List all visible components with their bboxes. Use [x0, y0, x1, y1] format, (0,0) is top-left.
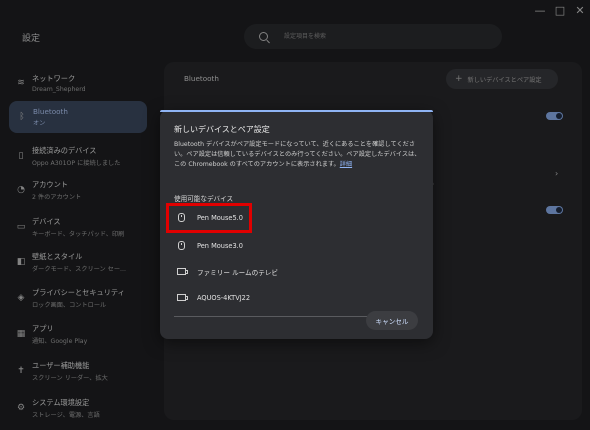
- device-item-pen-mouse-3[interactable]: Pen Mouse3.0: [168, 234, 268, 258]
- divider: [174, 316, 368, 317]
- dialog-description-text: Bluetooth デバイスがペア設定モードになっていて、近くにあることを確認し…: [174, 141, 421, 168]
- tv-icon: [176, 293, 188, 303]
- pairing-dialog: 新しいデバイスとペア設定 Bluetooth デバイスがペア設定モードになってい…: [160, 110, 433, 339]
- device-item-family-room-tv[interactable]: ファミリー ルームのテレビ: [168, 260, 278, 284]
- dialog-progress-bar: [160, 110, 433, 112]
- highlight-box: [166, 203, 252, 233]
- device-name: ファミリー ルームのテレビ: [197, 269, 279, 277]
- dialog-description: Bluetooth デバイスがペア設定モードになっていて、近くにあることを確認し…: [174, 140, 422, 170]
- device-item-aquos-tv[interactable]: AQUOS-4KTVJ22: [168, 286, 268, 310]
- tv-icon: [176, 267, 188, 277]
- details-link[interactable]: 詳細: [340, 161, 352, 168]
- cancel-button[interactable]: キャンセル: [366, 311, 418, 330]
- mouse-icon: [176, 240, 186, 252]
- device-name: Pen Mouse3.0: [197, 242, 243, 250]
- device-name: AQUOS-4KTVJ22: [197, 294, 251, 302]
- available-devices-heading: 使用可能なデバイス: [174, 195, 234, 203]
- dialog-title: 新しいデバイスとペア設定: [174, 125, 270, 134]
